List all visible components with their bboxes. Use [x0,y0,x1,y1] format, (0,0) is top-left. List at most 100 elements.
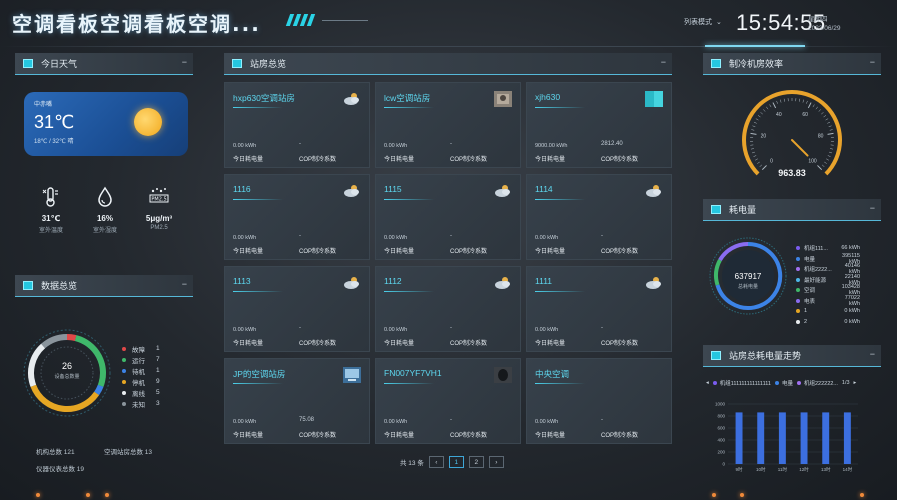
title-decoration [285,14,368,26]
outdoor-temp-label: 室外温度 [38,228,63,234]
cop-label: COP制冷系数 [450,433,488,439]
energy-value: 9000.00 kWh [535,143,568,149]
station-card[interactable]: 1113 0.00 kWh - 今日耗电量 COP制冷系数 [224,266,370,352]
station-card[interactable]: 1115 0.00 kWh - 今日耗电量 COP制冷系数 [375,174,521,260]
legend-dot [122,379,126,384]
energy-label: 今日耗电量 [535,157,566,163]
stations-panel-header: 站房总览 − [224,53,672,75]
cop-value: - [299,233,301,239]
name-underline [233,107,283,108]
gauge-tick-label: 0 [770,159,773,165]
energy-center: 637917 总耗电量 [712,272,784,290]
x-tick-label: 10时 [756,466,766,472]
pagination: 共 13 条 ‹ 1 2 › [400,456,504,468]
x-tick-label: 11时 [778,466,788,472]
energy-total-label: 总耗电量 [737,284,758,290]
collapse-button[interactable]: − [870,57,875,67]
trend-legend-item[interactable]: 机组111111111111111 [712,379,771,387]
header-divider [0,45,897,47]
legend-dot [796,309,800,314]
station-card[interactable]: 1112 0.00 kWh - 今日耗电量 COP制冷系数 [375,266,521,352]
collapse-button[interactable]: − [870,203,875,213]
legend-dot [796,298,800,303]
gauge-tick [830,148,834,150]
legend-label: 待机 [132,368,145,376]
cop-value: - [450,325,452,331]
gauge-tick [827,155,831,157]
y-tick-label: 0 [722,462,725,467]
station-card[interactable]: hxp630空调站房 0.00 kWh - 今日耗电量 COP制冷系数 [224,82,370,168]
x-tick-label: 9时 [736,466,744,472]
legend-label: 2 [804,318,808,325]
panel-square-icon [232,59,242,68]
cloud-icon [495,277,510,289]
cop-label: COP制冷系数 [450,249,488,255]
station-card[interactable]: JP的空调站房 0.00 kWh 75.08 今日耗电量 COP制冷系数 [224,358,370,444]
page-1-button[interactable]: 1 [448,456,464,468]
y-tick-label: 200 [717,450,725,455]
page-2-button[interactable]: 2 [468,456,484,468]
prev-page-button[interactable]: ‹ [428,456,444,468]
cop-value: - [601,417,603,423]
next-page-button[interactable]: › [488,456,504,468]
legend-dot [122,390,126,395]
panel-square-icon [711,351,721,360]
gauge-tick [755,158,758,161]
station-name: 1111 [535,276,553,286]
legend-label: 停机 [132,379,145,387]
energy-panel-title: 耗电量 [729,205,757,215]
gauge-tick [821,112,824,115]
bar [822,412,830,464]
station-card[interactable]: lcw空调站房 0.00 kWh - 今日耗电量 COP制冷系数 [375,82,521,168]
x-tick-label: 14时 [843,466,853,472]
legend-dot [796,246,800,251]
gauge-tick [829,151,833,154]
gauge-tick [812,104,815,108]
legend-dot [774,381,779,385]
collapse-button[interactable]: − [661,57,666,67]
station-card[interactable]: FN007YF7VH1 0.00 kWh - 今日耗电量 COP制冷系数 [375,358,521,444]
station-card[interactable]: 1114 0.00 kWh - 今日耗电量 COP制冷系数 [526,174,672,260]
gauge-tick [755,118,759,121]
gauge-tick [799,98,801,102]
cop-value: - [299,141,301,147]
gauge-tick [823,115,827,118]
cop-value: - [450,233,452,239]
gauge-tick [772,102,777,109]
svg-text:PM2.5: PM2.5 [151,197,166,203]
energy-value: 0.00 kWh [535,419,559,425]
legend-dot [122,357,126,362]
station-card[interactable]: 1116 0.00 kWh - 今日耗电量 COP制冷系数 [224,174,370,260]
cloud-icon [344,277,359,289]
bar [843,412,851,464]
trend-legend-item[interactable]: 电量 [774,379,793,387]
legend-prev-icon[interactable]: ◂ [706,380,709,386]
legend-item: 未知 3 [122,398,160,409]
cloud-icon [646,185,661,197]
station-card[interactable]: 1111 0.00 kWh - 今日耗电量 COP制冷系数 [526,266,672,352]
app-title: 空调看板空调看板空调... [12,12,261,36]
energy-total-value: 637917 [734,272,762,281]
y-tick-label: 1000 [715,402,726,407]
trend-legend-item[interactable]: 机组222222... [796,379,838,387]
view-mode-select[interactable]: 列表模式 ⌄ [684,17,722,27]
station-card[interactable]: 中央空调 0.00 kWh - 今日耗电量 COP制冷系数 [526,358,672,444]
legend-label: 最好能源 [804,277,827,284]
collapse-button[interactable]: − [182,279,187,289]
weather-card: 中赤嘴 31℃ 18℃ / 32℃ 晴 [24,92,188,156]
gauge-tick [821,164,825,167]
bar [735,412,743,464]
legend-label: 离线 [132,390,145,398]
weather-range: 18℃ / 32℃ 晴 [34,139,74,145]
legend-dot [122,346,126,351]
collapse-button[interactable]: − [870,349,875,359]
station-card[interactable]: xjh630 9000.00 kWh 2812.40 今日耗电量 COP制冷系数 [526,82,672,168]
cop-value: - [450,141,452,147]
donut-center: 26 设备总数量 [22,328,112,418]
legend-next-icon[interactable]: ▸ [854,380,857,386]
cop-value: - [299,325,301,331]
legend-label: 运行 [132,357,145,365]
header: 空调看板空调看板空调... 列表模式 ⌄ 15:54:55 星期四 2023/0… [0,0,897,48]
energy-value: 0.00 kWh [535,327,559,333]
collapse-button[interactable]: − [182,57,187,67]
